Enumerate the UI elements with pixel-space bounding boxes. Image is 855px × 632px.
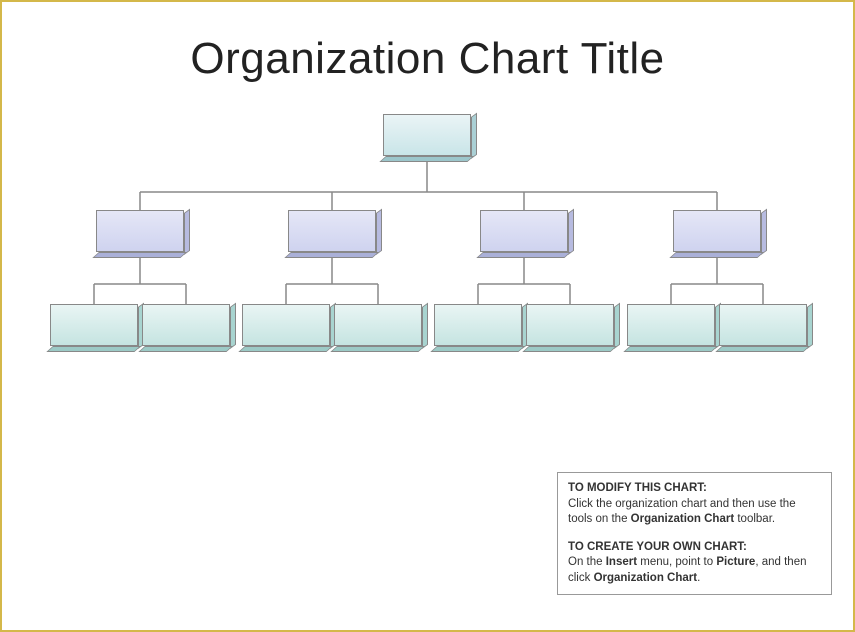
create-text-post: . xyxy=(697,572,700,584)
create-bold-1: Insert xyxy=(606,556,637,568)
org-box-leaf-7[interactable] xyxy=(627,304,722,352)
page-title: Organization Chart Title xyxy=(2,34,853,84)
org-box-mid-3[interactable] xyxy=(480,210,575,258)
org-box-mid-1[interactable] xyxy=(96,210,191,258)
org-box-leaf-4[interactable] xyxy=(334,304,429,352)
modify-bold-1: Organization Chart xyxy=(631,513,735,525)
org-box-leaf-2[interactable] xyxy=(142,304,237,352)
modify-text-post: toolbar. xyxy=(734,513,775,525)
org-box-leaf-6[interactable] xyxy=(526,304,621,352)
create-bold-2: Picture xyxy=(716,556,755,568)
create-text-mid1: menu, point to xyxy=(637,556,716,568)
create-text-pre: On the xyxy=(568,556,606,568)
create-heading: TO CREATE YOUR OWN CHART: xyxy=(568,541,747,553)
org-box-mid-2[interactable] xyxy=(288,210,383,258)
org-box-leaf-3[interactable] xyxy=(242,304,337,352)
org-box-top[interactable] xyxy=(383,114,478,162)
modify-heading: TO MODIFY THIS CHART: xyxy=(568,482,707,494)
org-box-mid-4[interactable] xyxy=(673,210,768,258)
create-bold-3: Organization Chart xyxy=(594,572,698,584)
instructions-panel: TO MODIFY THIS CHART: Click the organiza… xyxy=(557,472,832,595)
org-box-leaf-5[interactable] xyxy=(434,304,529,352)
org-box-leaf-8[interactable] xyxy=(719,304,814,352)
org-chart[interactable] xyxy=(2,104,853,424)
org-box-leaf-1[interactable] xyxy=(50,304,145,352)
